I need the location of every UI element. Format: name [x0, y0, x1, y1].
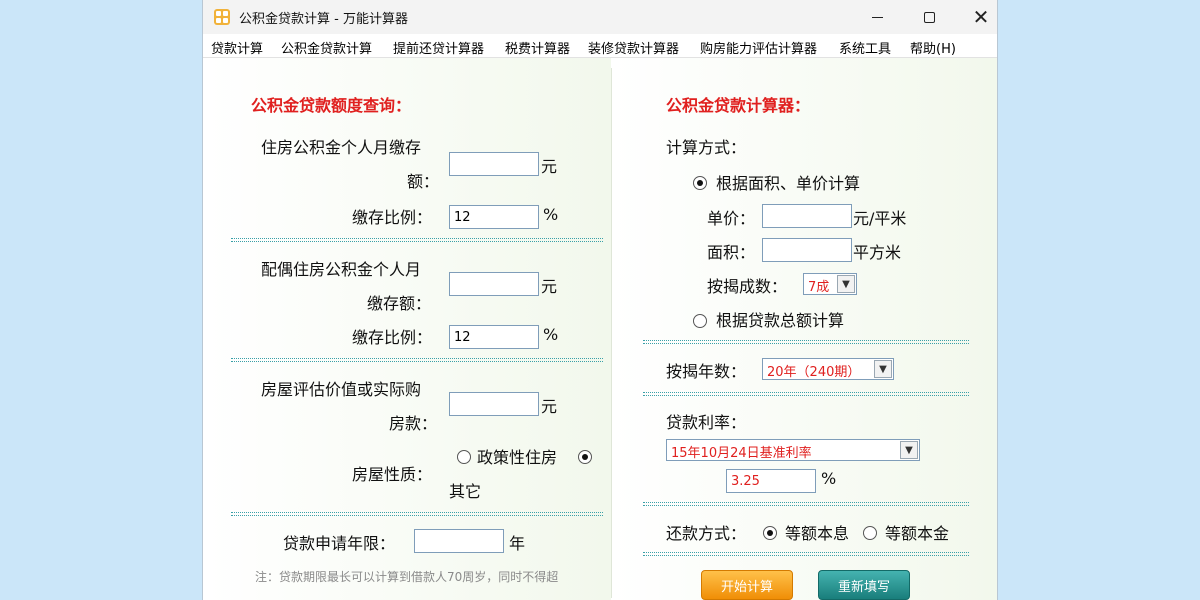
menu-loan-calc[interactable]: 贷款计算 [211, 38, 263, 57]
spouse-ratio-label: 缴存比例： [352, 328, 433, 347]
nature-policy-radio[interactable] [457, 450, 471, 464]
monthly-deposit-label-line1: 住房公积金个人月缴存 [261, 138, 422, 157]
loan-rate-option-value: 15年10月24日基准利率 [671, 446, 812, 461]
spouse-deposit-input[interactable] [449, 272, 539, 296]
loan-rate-select[interactable]: 15年10月24日基准利率 ▼ [666, 439, 920, 461]
loan-years-label: 贷款申请年限： [283, 534, 396, 553]
minimize-icon [871, 16, 883, 18]
monthly-deposit-input[interactable] [449, 152, 539, 176]
house-nature-label: 房屋性质： [352, 465, 433, 484]
app-window: 公积金贷款计算 - 万能计算器 ✕ 贷款计算 公积金贷款计算 提前还贷计算器 税… [202, 0, 998, 600]
spouse-ratio-input[interactable] [449, 325, 539, 349]
spouse-ratio-unit: % [543, 325, 559, 344]
mortgage-years-select[interactable]: 20年（240期） ▼ [762, 358, 894, 380]
house-price-input[interactable] [449, 392, 539, 416]
menu-bar: 贷款计算 公积金贷款计算 提前还贷计算器 税费计算器 装修贷款计算器 购房能力评… [203, 34, 997, 58]
menu-help[interactable]: 帮助(H) [910, 38, 956, 57]
repay-equal-principal-label: 等额本金 [885, 524, 950, 543]
spouse-deposit-unit: 元 [541, 277, 558, 296]
mortgage-ratio-select[interactable]: 7成 ▼ [803, 273, 857, 295]
area-unit: 平方米 [853, 243, 902, 262]
unit-price-input[interactable] [762, 204, 852, 228]
method-total-radio[interactable] [693, 314, 707, 328]
divider [643, 552, 969, 556]
quota-section-title: 公积金贷款额度查询： [251, 96, 412, 115]
loan-years-unit: 年 [509, 534, 526, 553]
repay-equal-installment-label: 等额本息 [785, 524, 850, 543]
quota-query-panel: 公积金贷款额度查询： 住房公积金个人月缴存 额： 元 缴存比例： % 配偶住房公… [207, 58, 611, 600]
divider [231, 358, 603, 362]
loan-calculator-panel: 公积金贷款计算器： 计算方式： 根据面积、单价计算 单价： 元/平米 面积： 平… [613, 58, 997, 600]
monthly-deposit-unit: 元 [541, 157, 558, 176]
nature-policy-label: 政策性住房 [477, 448, 558, 467]
mortgage-ratio-label: 按揭成数： [707, 277, 788, 296]
spouse-deposit-label-line1: 配偶住房公积金个人月 [261, 260, 422, 279]
chevron-down-icon: ▼ [874, 360, 892, 378]
menu-purchase-ability-calc[interactable]: 购房能力评估计算器 [700, 38, 817, 57]
method-total-label: 根据贷款总额计算 [716, 311, 845, 330]
start-calc-button[interactable]: 开始计算 [701, 570, 793, 600]
mortgage-ratio-value: 7成 [808, 280, 830, 295]
calculator-app-icon [214, 9, 230, 25]
close-icon: ✕ [972, 5, 990, 29]
chevron-down-icon: ▼ [837, 275, 855, 293]
loan-term-note: 注：贷款期限最长可以计算到借款人70周岁，同时不得超 [255, 570, 559, 584]
repay-equal-installment-radio[interactable] [763, 526, 777, 540]
divider [643, 502, 969, 506]
reset-button[interactable]: 重新填写 [818, 570, 910, 600]
mortgage-years-label: 按揭年数： [666, 362, 747, 381]
loan-years-input[interactable] [414, 529, 504, 553]
divider [643, 340, 969, 344]
house-price-label-line1: 房屋评估价值或实际购 [261, 380, 422, 399]
deposit-ratio-unit: % [543, 205, 559, 224]
deposit-ratio-input[interactable] [449, 205, 539, 229]
repay-equal-principal-radio[interactable] [863, 526, 877, 540]
loan-rate-unit: % [821, 469, 837, 488]
method-area-price-label: 根据面积、单价计算 [716, 174, 861, 193]
maximize-icon [923, 11, 935, 23]
close-button[interactable]: ✕ [955, 0, 997, 34]
title-bar[interactable]: 公积金贷款计算 - 万能计算器 ✕ [203, 0, 997, 34]
chevron-down-icon: ▼ [900, 441, 918, 459]
unit-price-label: 单价： [707, 209, 756, 228]
method-area-price-radio[interactable] [693, 176, 707, 190]
menu-system-tools[interactable]: 系统工具 [839, 38, 891, 57]
menu-tax-calc[interactable]: 税费计算器 [505, 38, 570, 57]
house-price-label-line2: 房款： [389, 414, 438, 433]
house-price-unit: 元 [541, 397, 558, 416]
loan-rate-label: 贷款利率： [666, 413, 747, 432]
maximize-button[interactable] [903, 0, 955, 34]
area-input[interactable] [762, 238, 852, 262]
divider [643, 392, 969, 396]
nature-other-label: 其它 [449, 482, 482, 501]
menu-prepay-calc[interactable]: 提前还贷计算器 [393, 38, 484, 57]
divider [231, 512, 603, 516]
mortgage-years-value: 20年（240期） [767, 365, 861, 380]
deposit-ratio-label: 缴存比例： [352, 208, 433, 227]
calc-method-label: 计算方式： [666, 138, 747, 157]
panel-divider [611, 68, 612, 598]
divider [231, 238, 603, 242]
menu-decoration-loan-calc[interactable]: 装修贷款计算器 [588, 38, 679, 57]
unit-price-unit: 元/平米 [853, 209, 907, 228]
nature-other-radio[interactable] [578, 450, 592, 464]
spouse-deposit-label-line2: 缴存额： [367, 294, 432, 313]
repay-method-label: 还款方式： [666, 524, 747, 543]
menu-fund-loan-calc[interactable]: 公积金贷款计算 [281, 38, 372, 57]
content-area: 公积金贷款额度查询： 住房公积金个人月缴存 额： 元 缴存比例： % 配偶住房公… [203, 58, 997, 600]
loan-rate-input[interactable] [726, 469, 816, 493]
monthly-deposit-label-line2: 额： [407, 172, 440, 191]
area-label: 面积： [707, 243, 756, 262]
calculator-section-title: 公积金贷款计算器： [666, 96, 811, 115]
minimize-button[interactable] [851, 0, 903, 34]
window-title: 公积金贷款计算 - 万能计算器 [239, 12, 408, 27]
